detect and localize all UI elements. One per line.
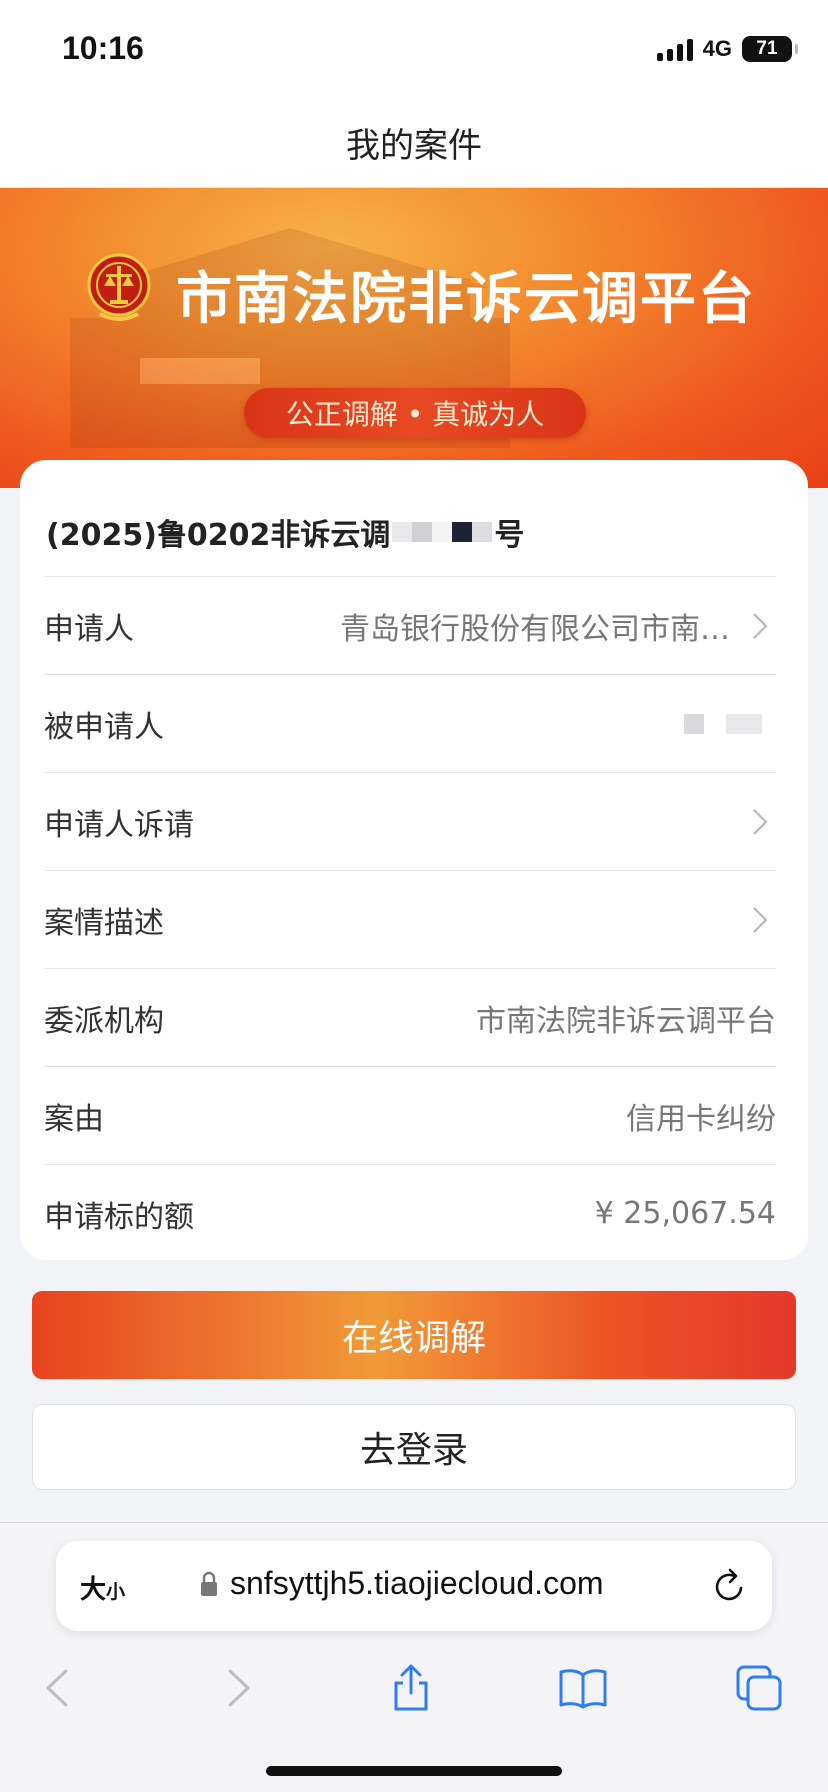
row-label: 申请标的额: [44, 1199, 194, 1235]
case-number-suffix: 号: [494, 518, 525, 553]
case-cause-value: 信用卡纠纷: [626, 1101, 776, 1137]
text-size-small: 小: [106, 1581, 126, 1603]
row-label: 委派机构: [44, 1003, 164, 1039]
banner-title: 市南法院非诉云调平台: [176, 267, 756, 332]
page-title: 我的案件: [346, 126, 482, 166]
row-value: 青岛银行股份有限公司市南…: [340, 604, 768, 648]
redacted-mosaic: [392, 513, 493, 551]
network-type: 4G: [702, 36, 732, 61]
lock-icon: [201, 1571, 217, 1596]
row-value: [730, 906, 768, 934]
nav-bar: 我的案件: [0, 96, 828, 188]
row-case-cause: 案由 信用卡纠纷: [44, 1066, 776, 1164]
browser-chrome: 大小 snfsyttjh5.tiaojiecloud.com: [0, 1522, 828, 1792]
row-claims[interactable]: 申请人诉请: [44, 772, 776, 870]
row-label: 案由: [44, 1101, 104, 1137]
case-detail-card: (2025)鲁0202非诉云调 号 申请人 青岛银行股份有限公司市南… 被申请人…: [20, 460, 808, 1260]
status-bar: 10:16 4G 71: [0, 0, 828, 96]
row-label: 被申请人: [44, 709, 164, 745]
forward-icon[interactable]: [212, 1663, 262, 1713]
row-applicant[interactable]: 申请人 青岛银行股份有限公司市南…: [44, 576, 776, 674]
chevron-right-icon: [753, 808, 768, 835]
address-bar[interactable]: 大小 snfsyttjh5.tiaojiecloud.com: [56, 1541, 772, 1631]
platform-banner: 市南法院非诉云调平台 公正调解 • 真诚为人: [0, 188, 828, 488]
slogan-badge: 公正调解 • 真诚为人: [244, 388, 586, 438]
share-icon[interactable]: [386, 1663, 436, 1713]
institution-value: 市南法院非诉云调平台: [476, 1003, 776, 1039]
case-number: (2025)鲁0202非诉云调 号: [46, 510, 524, 554]
row-label: 申请人诉请: [44, 807, 194, 843]
online-mediation-button[interactable]: 在线调解: [32, 1291, 796, 1379]
applicant-value: 青岛银行股份有限公司市南…: [340, 611, 730, 647]
browser-toolbar: [0, 1653, 828, 1723]
row-assigning-institution: 委派机构 市南法院非诉云调平台: [44, 968, 776, 1066]
row-value: [730, 808, 768, 836]
text-size-button[interactable]: 大小: [80, 1569, 125, 1606]
case-number-prefix: (2025)鲁0202非诉云调: [46, 518, 391, 553]
row-respondent: 被申请人: [44, 674, 776, 772]
home-indicator: [266, 1766, 562, 1776]
url-text: snfsyttjh5.tiaojiecloud.com: [230, 1565, 604, 1601]
reload-icon[interactable]: [712, 1567, 748, 1605]
row-claim-amount: 申请标的额 ¥ 25,067.54: [44, 1164, 776, 1262]
chevron-right-icon: [753, 906, 768, 933]
row-case-description[interactable]: 案情描述: [44, 870, 776, 968]
case-info-list: 申请人 青岛银行股份有限公司市南… 被申请人 申请人诉请 案情描述 委派机构 市…: [44, 576, 776, 1262]
redacted-respondent-value: [684, 713, 776, 734]
login-button[interactable]: 去登录: [32, 1404, 796, 1490]
redacted-text: [684, 713, 762, 734]
signal-icon: [656, 37, 693, 61]
chevron-right-icon: [753, 612, 768, 639]
claim-amount-value: ¥ 25,067.54: [594, 1196, 776, 1231]
row-label: 申请人: [44, 611, 134, 647]
back-icon[interactable]: [34, 1663, 84, 1713]
tabs-icon[interactable]: [734, 1663, 784, 1713]
status-time: 10:16: [62, 30, 144, 66]
battery-icon: 71: [742, 36, 798, 62]
text-size-big: 大: [80, 1575, 107, 1605]
status-indicators: 4G 71: [656, 34, 798, 64]
row-label: 案情描述: [44, 905, 164, 941]
court-emblem-icon: [87, 253, 151, 321]
bookmarks-icon[interactable]: [558, 1663, 608, 1713]
